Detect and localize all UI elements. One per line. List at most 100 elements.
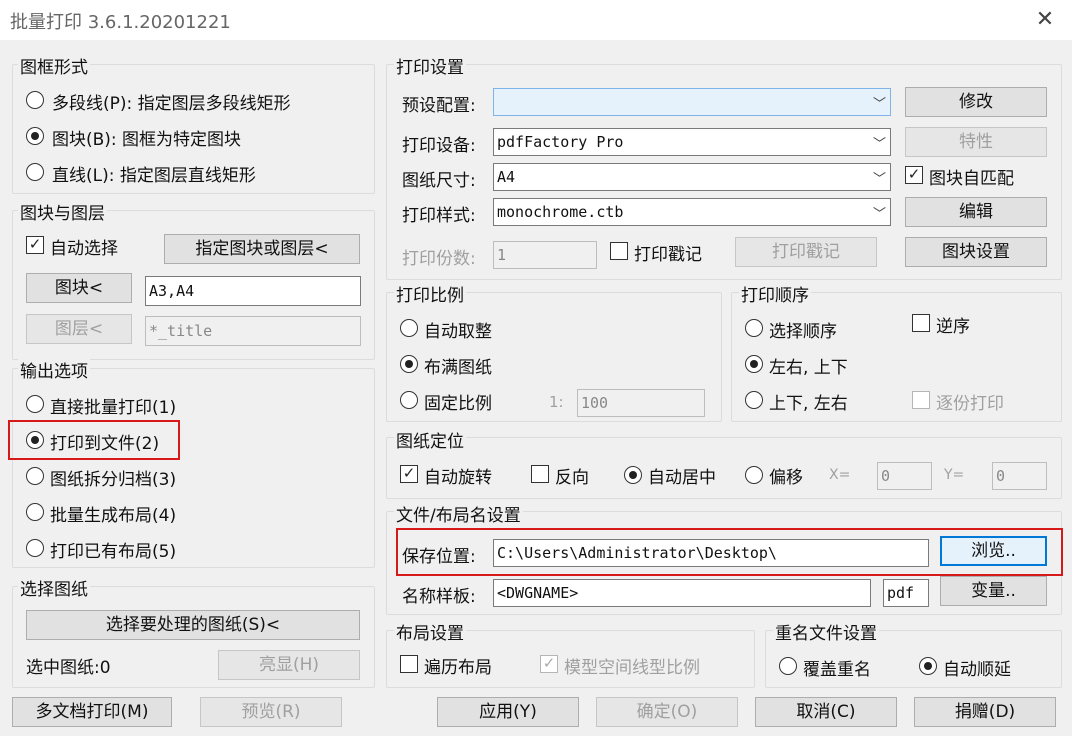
- offset-y-label: Y=: [944, 467, 965, 483]
- radio-block[interactable]: [26, 127, 44, 145]
- radio-auto-round-label[interactable]: 自动取整: [424, 317, 492, 342]
- highlight-button: 亮显(H): [218, 650, 360, 680]
- apply-button[interactable]: 应用(Y): [437, 697, 579, 727]
- radio-tb-lr-label[interactable]: 上下, 左右: [769, 389, 848, 414]
- paper-combo[interactable]: A4 ﹀: [493, 163, 891, 191]
- radio-print-to-file[interactable]: [26, 431, 44, 449]
- close-icon[interactable]: ✕: [1032, 7, 1058, 33]
- modify-button[interactable]: 修改: [905, 87, 1047, 117]
- donate-button[interactable]: 捐赠(D): [914, 697, 1056, 727]
- save-location-label: 保存位置:: [402, 547, 476, 567]
- multi-doc-print-button[interactable]: 多文档打印(M): [12, 697, 172, 727]
- radio-offset[interactable]: [745, 466, 763, 484]
- print-settings-title: 打印设置: [394, 53, 466, 78]
- reverse-checkbox[interactable]: [531, 465, 549, 483]
- ok-button: 确定(O): [596, 697, 738, 727]
- auto-rotate-label[interactable]: 自动旋转: [424, 463, 492, 488]
- block-names-input[interactable]: A3,A4: [145, 276, 361, 306]
- file-naming-title: 文件/布局名设置: [394, 501, 523, 526]
- radio-print-to-file-label[interactable]: 打印到文件(2): [50, 429, 159, 454]
- reverse-label[interactable]: 反向: [555, 463, 589, 488]
- radio-lr-tb-label[interactable]: 左右, 上下: [769, 353, 848, 378]
- block-match-checkbox[interactable]: ✓: [905, 166, 923, 184]
- block-pick-button[interactable]: 图块<: [26, 273, 132, 303]
- select-sheet-title: 选择图纸: [18, 575, 90, 600]
- radio-polyline-label[interactable]: 多段线(P): 指定图层多段线矩形: [52, 89, 291, 114]
- traverse-layout-label[interactable]: 遍历布局: [424, 653, 492, 678]
- radio-fixed-scale[interactable]: [400, 391, 418, 409]
- specify-block-layer-button[interactable]: 指定图块或图层<: [164, 234, 360, 264]
- radio-direct-print-label[interactable]: 直接批量打印(1): [50, 393, 176, 418]
- position-title: 图纸定位: [394, 427, 466, 452]
- offset-y-input: 0: [992, 462, 1047, 490]
- auto-select-checkbox[interactable]: ✓: [26, 236, 44, 254]
- device-value: pdfFactory Pro: [497, 133, 624, 151]
- frame-form-title: 图框形式: [18, 53, 90, 78]
- chevron-down-icon: ﹀: [872, 97, 886, 112]
- style-combo[interactable]: monochrome.ctb ﹀: [493, 198, 891, 226]
- browse-button[interactable]: 浏览..: [940, 536, 1047, 566]
- radio-select-order[interactable]: [745, 319, 763, 337]
- order-title: 打印顺序: [739, 281, 811, 306]
- radio-fixed-scale-label[interactable]: 固定比例: [424, 389, 492, 414]
- radio-polyline[interactable]: [26, 91, 44, 109]
- chevron-down-icon: ﹀: [872, 172, 886, 187]
- paper-label: 图纸尺寸:: [402, 171, 476, 191]
- output-title: 输出选项: [18, 357, 90, 382]
- model-linetype-label: 模型空间线型比例: [564, 658, 700, 678]
- collate-label: 逐份打印: [936, 394, 1004, 414]
- radio-print-layouts[interactable]: [26, 539, 44, 557]
- layer-names-input: *_title: [145, 316, 361, 346]
- copies-label: 打印份数:: [402, 249, 476, 269]
- radio-auto-increment[interactable]: [919, 657, 937, 675]
- extension-input[interactable]: pdf: [883, 579, 929, 607]
- cancel-button[interactable]: 取消(C): [755, 697, 897, 727]
- stamp-checkbox[interactable]: [610, 242, 628, 260]
- offset-x-input: 0: [877, 462, 932, 490]
- copies-input: 1: [493, 241, 597, 269]
- radio-generate-layout[interactable]: [26, 503, 44, 521]
- selected-count: 选中图纸:0: [26, 658, 111, 678]
- radio-print-layouts-label[interactable]: 打印已有布局(5): [50, 537, 176, 562]
- radio-offset-label[interactable]: 偏移: [769, 463, 803, 488]
- ratio-prefix: 1:: [549, 393, 564, 411]
- radio-auto-round[interactable]: [400, 319, 418, 337]
- radio-line-label[interactable]: 直线(L): 指定图层直线矩形: [52, 161, 256, 186]
- layer-pick-button: 图层<: [26, 314, 132, 344]
- radio-lr-tb[interactable]: [745, 355, 763, 373]
- radio-select-order-label[interactable]: 选择顺序: [769, 317, 837, 342]
- radio-fit-paper-label[interactable]: 布满图纸: [424, 353, 492, 378]
- radio-auto-center[interactable]: [624, 466, 642, 484]
- radio-fit-paper[interactable]: [400, 355, 418, 373]
- stamp-check-label[interactable]: 打印戳记: [634, 240, 702, 265]
- preset-combo[interactable]: ﹀: [493, 88, 891, 116]
- radio-tb-lr[interactable]: [745, 391, 763, 409]
- radio-overwrite[interactable]: [779, 657, 797, 675]
- radio-block-label[interactable]: 图块(B): 图框为特定图块: [52, 125, 241, 150]
- save-location-input[interactable]: C:\Users\Administrator\Desktop\: [493, 539, 929, 567]
- radio-line[interactable]: [26, 163, 44, 181]
- traverse-layout-checkbox[interactable]: [400, 655, 418, 673]
- reverse-order-checkbox[interactable]: [912, 314, 930, 332]
- preset-label: 预设配置:: [402, 96, 476, 116]
- radio-auto-increment-label[interactable]: 自动顺延: [943, 655, 1011, 680]
- variables-button[interactable]: 变量..: [940, 576, 1047, 606]
- template-label: 名称样板:: [402, 587, 476, 607]
- block-match-label[interactable]: 图块自匹配: [929, 164, 1014, 189]
- radio-split-archive[interactable]: [26, 467, 44, 485]
- radio-split-archive-label[interactable]: 图纸拆分归档(3): [50, 465, 176, 490]
- radio-auto-center-label[interactable]: 自动居中: [648, 463, 716, 488]
- radio-generate-layout-label[interactable]: 批量生成布局(4): [50, 501, 176, 526]
- auto-select-label[interactable]: 自动选择: [50, 234, 118, 259]
- reverse-order-label[interactable]: 逆序: [936, 312, 970, 337]
- select-sheets-button[interactable]: 选择要处理的图纸(S)<: [26, 610, 360, 640]
- template-input[interactable]: <DWGNAME>: [493, 579, 871, 607]
- block-layer-title: 图块与图层: [18, 199, 107, 224]
- device-combo[interactable]: pdfFactory Pro ﹀: [493, 128, 891, 156]
- auto-rotate-checkbox[interactable]: ✓: [400, 465, 418, 483]
- edit-button[interactable]: 编辑: [905, 197, 1047, 227]
- radio-direct-print[interactable]: [26, 395, 44, 413]
- scale-title: 打印比例: [394, 281, 466, 306]
- radio-overwrite-label[interactable]: 覆盖重名: [803, 655, 871, 680]
- block-settings-button[interactable]: 图块设置: [905, 237, 1047, 267]
